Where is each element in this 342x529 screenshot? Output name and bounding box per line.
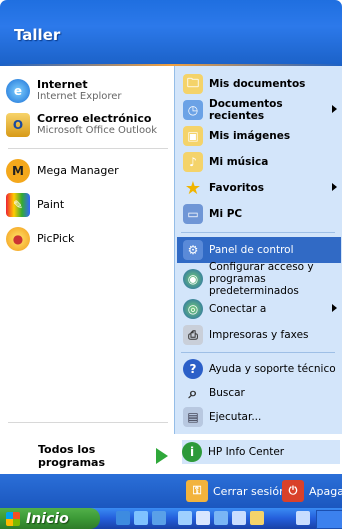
recent-mega-manager[interactable]: M Mega Manager bbox=[6, 158, 172, 184]
right-item-label: Mis imágenes bbox=[209, 130, 291, 142]
start-menu-header: Taller bbox=[0, 0, 342, 66]
all-programs-label: Todos los programas bbox=[38, 443, 106, 469]
right-item-label: Mi PC bbox=[209, 208, 243, 220]
printers-icon: ⎙ bbox=[183, 325, 203, 345]
right-item-mis-documentos[interactable]: 🗀 Mis documentos bbox=[183, 71, 341, 97]
user-name: Taller bbox=[14, 26, 61, 44]
right-item-favoritos[interactable]: ★ Favoritos bbox=[183, 175, 341, 201]
right-separator-1 bbox=[181, 232, 335, 233]
submenu-arrow-icon bbox=[332, 183, 337, 191]
right-item-label: Documentos recientes bbox=[209, 98, 283, 122]
folder-documents-icon: 🗀 bbox=[183, 74, 203, 94]
pinned-internet-subtitle: Internet Explorer bbox=[37, 91, 122, 102]
recent-paint[interactable]: ✎ Paint bbox=[6, 192, 172, 218]
hp-info-icon: i bbox=[182, 442, 202, 462]
logoff-button[interactable]: ⚿ Cerrar sesión bbox=[186, 480, 286, 502]
power-icon: ⏻ bbox=[282, 480, 304, 502]
shutdown-button[interactable]: ⏻ Apagar bbox=[282, 480, 342, 502]
right-item-label: Ejecutar... bbox=[209, 411, 262, 423]
right-item-hp-info[interactable]: i HP Info Center bbox=[182, 440, 340, 464]
submenu-arrow-icon bbox=[332, 105, 337, 113]
start-menu: Taller e Internet Internet Explorer O Cor… bbox=[0, 0, 342, 474]
right-item-buscar[interactable]: ⌕ Buscar bbox=[183, 380, 341, 406]
picpick-icon: ● bbox=[6, 227, 30, 251]
right-item-documentos-recientes[interactable]: ◷ Documentos recientes bbox=[183, 97, 341, 123]
submenu-arrow-icon bbox=[332, 304, 337, 312]
recent-documents-icon: ◷ bbox=[183, 100, 203, 120]
pinned-email-subtitle: Microsoft Office Outlook bbox=[37, 125, 157, 136]
windows-logo-icon bbox=[6, 511, 20, 526]
my-computer-icon: ▭ bbox=[183, 204, 203, 224]
quicklaunch-ie-icon[interactable] bbox=[116, 511, 130, 525]
connect-to-icon: ◎ bbox=[183, 299, 203, 319]
right-item-label: HP Info Center bbox=[208, 446, 285, 458]
recent-picpick[interactable]: ● PicPick bbox=[6, 226, 172, 252]
right-separator-2 bbox=[181, 352, 335, 353]
pinned-internet-title: Internet bbox=[37, 78, 88, 91]
taskbar-window-button[interactable] bbox=[316, 510, 342, 529]
internet-explorer-icon: e bbox=[6, 79, 30, 103]
right-item-panel-de-control[interactable]: ⚙ Panel de control bbox=[177, 237, 341, 263]
run-icon: ▤ bbox=[183, 407, 203, 427]
right-item-label: Panel de control bbox=[209, 244, 294, 256]
quicklaunch-explorer-icon[interactable] bbox=[134, 511, 148, 525]
start-button[interactable]: Inicio bbox=[0, 508, 100, 529]
right-item-label: Mi música bbox=[209, 156, 269, 168]
help-icon: ? bbox=[183, 359, 203, 379]
control-panel-icon: ⚙ bbox=[183, 240, 203, 260]
quicklaunch-folder-icon[interactable] bbox=[250, 511, 264, 525]
right-item-mis-imagenes[interactable]: ▣ Mis imágenes bbox=[183, 123, 341, 149]
logoff-key-icon: ⚿ bbox=[186, 480, 208, 502]
right-item-label: Favoritos bbox=[209, 182, 264, 194]
quicklaunch-app2-icon[interactable] bbox=[196, 511, 210, 525]
right-item-configurar-acceso[interactable]: ◉ Configurar acceso y programas predeter… bbox=[183, 261, 341, 297]
pinned-internet[interactable]: e Internet Internet Explorer bbox=[6, 76, 172, 106]
right-item-ejecutar[interactable]: ▤ Ejecutar... bbox=[183, 404, 341, 430]
favorites-star-icon: ★ bbox=[184, 177, 202, 199]
default-programs-icon: ◉ bbox=[183, 269, 203, 289]
right-item-mi-musica[interactable]: ♪ Mi música bbox=[183, 149, 341, 175]
quicklaunch-app3-icon[interactable] bbox=[214, 511, 228, 525]
folder-pictures-icon: ▣ bbox=[183, 126, 203, 146]
pinned-email[interactable]: O Correo electrónico Microsoft Office Out… bbox=[6, 110, 172, 140]
pinned-email-title: Correo electrónico bbox=[37, 112, 152, 125]
quicklaunch-app1-icon[interactable] bbox=[178, 511, 192, 525]
start-label: Inicio bbox=[26, 510, 69, 527]
search-icon: ⌕ bbox=[188, 383, 198, 402]
logoff-label: Cerrar sesión bbox=[213, 484, 287, 498]
right-item-label: Configurar acceso y programas predetermi… bbox=[209, 261, 314, 297]
quicklaunch-app4-icon[interactable] bbox=[232, 511, 246, 525]
outlook-icon: O bbox=[6, 113, 30, 137]
pinned-separator bbox=[8, 148, 168, 149]
right-item-ayuda[interactable]: ? Ayuda y soporte técnico bbox=[183, 356, 341, 382]
all-programs-separator bbox=[8, 422, 168, 423]
right-item-label: Buscar bbox=[209, 387, 245, 399]
right-item-label: Mis documentos bbox=[209, 78, 306, 90]
recent-mega-manager-label: Mega Manager bbox=[37, 164, 119, 177]
start-menu-footer: ⚿ Cerrar sesión ⏻ Apagar bbox=[0, 474, 342, 508]
mega-manager-icon: M bbox=[6, 159, 30, 183]
quicklaunch-media-icon[interactable] bbox=[152, 511, 166, 525]
left-pane: e Internet Internet Explorer O Correo ele… bbox=[0, 66, 174, 434]
right-item-impresoras[interactable]: ⎙ Impresoras y faxes bbox=[183, 322, 341, 348]
right-item-conectar-a[interactable]: ◎ Conectar a bbox=[183, 296, 341, 322]
shutdown-label: Apagar bbox=[309, 484, 342, 498]
green-arrow-icon bbox=[156, 448, 168, 464]
quicklaunch-app5-icon[interactable] bbox=[296, 511, 310, 525]
right-item-label: Ayuda y soporte técnico bbox=[209, 363, 336, 375]
right-item-mi-pc[interactable]: ▭ Mi PC bbox=[183, 201, 341, 227]
recent-picpick-label: PicPick bbox=[37, 232, 75, 245]
taskbar: Inicio bbox=[0, 508, 342, 529]
recent-paint-label: Paint bbox=[37, 198, 65, 211]
right-pane: 🗀 Mis documentos ◷ Documentos recientes … bbox=[174, 66, 342, 434]
right-item-label: Impresoras y faxes bbox=[209, 329, 309, 341]
paint-icon: ✎ bbox=[6, 193, 30, 217]
all-programs-button[interactable]: Todos los programas bbox=[38, 443, 168, 469]
right-item-label: Conectar a bbox=[209, 303, 267, 315]
folder-music-icon: ♪ bbox=[183, 152, 203, 172]
